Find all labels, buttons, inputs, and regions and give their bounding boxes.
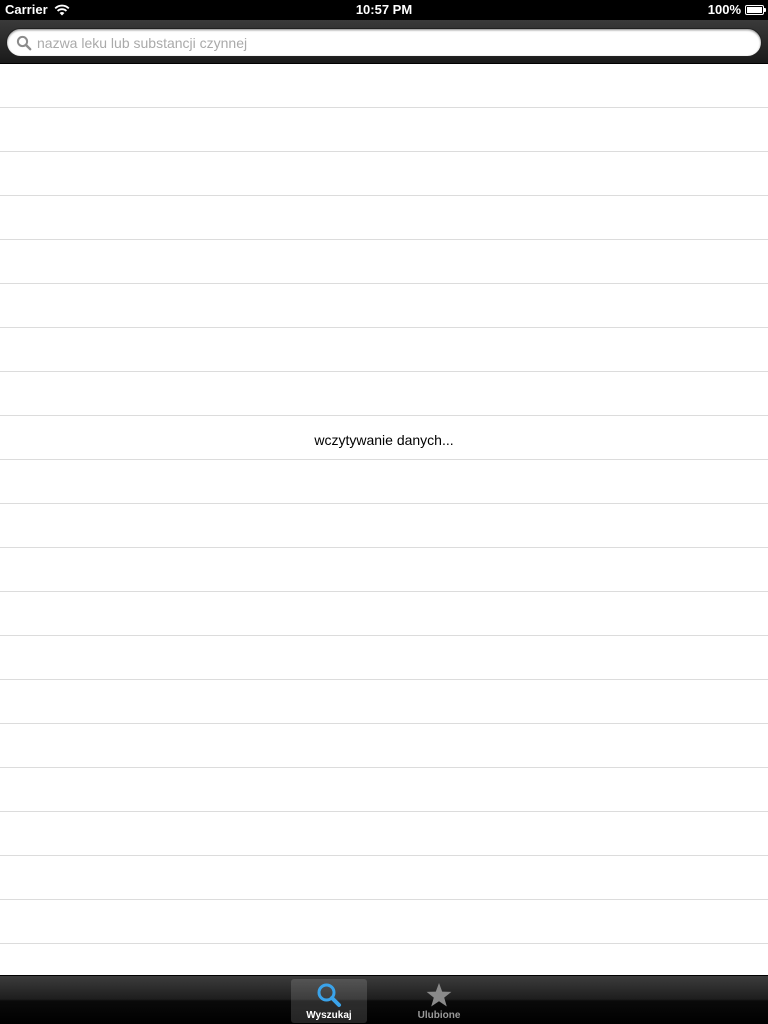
star-icon: [426, 983, 452, 1007]
search-bar: [0, 20, 768, 64]
status-time: 10:57 PM: [355, 2, 413, 17]
battery-icon: [745, 4, 766, 15]
search-field[interactable]: [6, 28, 762, 57]
tab-search[interactable]: Wyszukaj: [291, 979, 367, 1023]
tab-favorites[interactable]: Ulubione: [401, 979, 477, 1023]
tab-search-label: Wyszukaj: [306, 1010, 352, 1021]
app-screen: Carrier 10:57 PM 100% wczytywanie danych…: [0, 0, 768, 1024]
loading-text: wczytywanie danych...: [314, 432, 454, 448]
search-input[interactable]: [37, 29, 747, 56]
results-table[interactable]: wczytywanie danych...: [0, 64, 768, 975]
status-bar: Carrier 10:57 PM 100%: [0, 0, 768, 20]
search-icon: [16, 35, 32, 51]
battery-percent: 100%: [707, 2, 741, 17]
tab-favorites-label: Ulubione: [417, 1010, 461, 1021]
tab-bar: Wyszukaj Ulubione: [0, 975, 768, 1024]
search-icon: [317, 983, 341, 1007]
status-right: 100%: [707, 2, 766, 17]
